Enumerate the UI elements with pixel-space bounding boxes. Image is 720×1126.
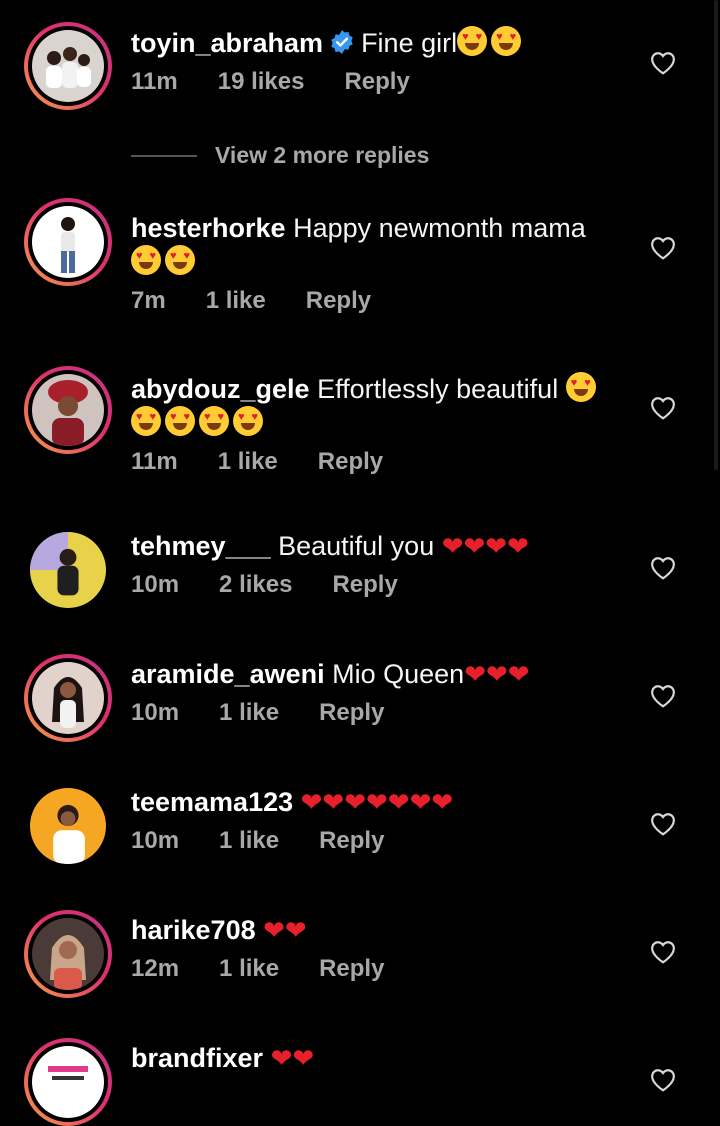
comment-likes[interactable]: 2 likes	[219, 571, 292, 599]
avatar-image	[32, 374, 104, 446]
comment-meta: 10m 1 like Reply	[131, 699, 610, 727]
verified-badge-icon	[331, 30, 353, 54]
comment-time: 11m	[131, 68, 178, 95]
avatar-image	[32, 662, 104, 734]
comment-time: 10m	[131, 571, 180, 598]
comment-text: Fine girl	[361, 28, 458, 58]
comment-likes[interactable]: 1 like	[219, 955, 279, 983]
comment-meta: 10m 2 likes Reply	[131, 571, 610, 599]
heart-outline-icon[interactable]	[650, 1068, 676, 1092]
comment-likes[interactable]: 1 like	[219, 699, 279, 727]
heart-outline-icon[interactable]	[650, 396, 676, 420]
red-heart-emoji: ❤❤❤❤	[441, 532, 529, 562]
comment-time: 10m	[131, 827, 180, 854]
avatar[interactable]	[24, 366, 112, 454]
heart-eyes-emoji	[233, 406, 263, 436]
replies-divider	[131, 154, 197, 157]
comment-text: Beautiful you	[278, 531, 435, 561]
comment-meta: 11m 19 likes Reply	[131, 68, 610, 96]
comment-time: 10m	[131, 699, 180, 726]
avatar[interactable]	[24, 22, 112, 110]
avatar-image	[32, 206, 104, 278]
comment-username[interactable]: teemama123	[131, 787, 293, 817]
reply-button[interactable]: Reply	[306, 287, 371, 315]
red-heart-emoji: ❤❤❤❤❤❤❤	[300, 788, 454, 818]
heart-eyes-emoji	[199, 406, 229, 436]
comment-likes[interactable]: 19 likes	[218, 68, 305, 96]
heart-eyes-emoji	[131, 245, 161, 275]
avatar[interactable]	[24, 1038, 112, 1126]
comment-likes[interactable]: 1 like	[218, 448, 278, 476]
comment-username[interactable]: abydouz_gele	[131, 374, 310, 404]
comment-text: Mio Queen	[332, 659, 465, 689]
comment-time: 7m	[131, 287, 166, 314]
heart-outline-icon[interactable]	[650, 51, 676, 75]
heart-eyes-emoji	[131, 406, 161, 436]
reply-button[interactable]: Reply	[319, 955, 384, 983]
view-replies-label[interactable]: View 2 more replies	[215, 142, 429, 169]
comment-username[interactable]: harike708	[131, 915, 256, 945]
red-heart-emoji: ❤❤	[263, 916, 307, 946]
heart-outline-icon[interactable]	[650, 236, 676, 260]
avatar[interactable]	[24, 198, 112, 286]
heart-outline-icon[interactable]	[650, 940, 676, 964]
comment-username[interactable]: toyin_abraham	[131, 28, 323, 58]
avatar-image	[32, 918, 104, 990]
comment-time: 12m	[131, 955, 180, 982]
reply-button[interactable]: Reply	[318, 448, 383, 476]
red-heart-emoji: ❤❤❤	[464, 660, 530, 690]
comment-meta: 7m 1 like Reply	[131, 287, 610, 315]
reply-button[interactable]: Reply	[319, 827, 384, 855]
avatar[interactable]	[24, 526, 112, 614]
avatar[interactable]	[24, 654, 112, 742]
avatar-image	[32, 1046, 104, 1118]
comment-username[interactable]: tehmey___	[131, 531, 271, 561]
avatar-image	[30, 788, 106, 864]
avatar[interactable]	[24, 782, 112, 870]
heart-outline-icon[interactable]	[650, 684, 676, 708]
avatar[interactable]	[24, 910, 112, 998]
reply-button[interactable]: Reply	[344, 68, 409, 96]
comment-likes[interactable]: 1 like	[219, 827, 279, 855]
comment-meta: 11m 1 like Reply	[131, 448, 610, 476]
comment-likes[interactable]: 1 like	[206, 287, 266, 315]
reply-button[interactable]: Reply	[319, 699, 384, 727]
comment-meta: 12m 1 like Reply	[131, 955, 610, 983]
reply-button[interactable]: Reply	[332, 571, 397, 599]
comment-username[interactable]: hesterhorke	[131, 213, 286, 243]
avatar-image	[30, 532, 106, 608]
scrollbar[interactable]	[714, 0, 718, 470]
heart-outline-icon[interactable]	[650, 556, 676, 580]
heart-eyes-emoji	[165, 245, 195, 275]
heart-eyes-emoji	[165, 406, 195, 436]
comment-username[interactable]: aramide_aweni	[131, 659, 325, 689]
view-more-replies-button[interactable]: View 2 more replies	[131, 142, 429, 169]
heart-eyes-emoji	[491, 26, 522, 56]
comment-meta: 10m 1 like Reply	[131, 827, 610, 855]
avatar-image	[32, 30, 104, 102]
heart-eyes-emoji	[457, 26, 488, 56]
comment-text: Effortlessly beautiful	[317, 374, 559, 404]
comment-username[interactable]: brandfixer	[131, 1043, 263, 1073]
red-heart-emoji: ❤❤	[270, 1044, 315, 1074]
comment-text: Happy newmonth mama	[293, 213, 586, 243]
heart-outline-icon[interactable]	[650, 812, 676, 836]
heart-eyes-emoji	[565, 372, 596, 402]
comment-time: 11m	[131, 448, 178, 475]
